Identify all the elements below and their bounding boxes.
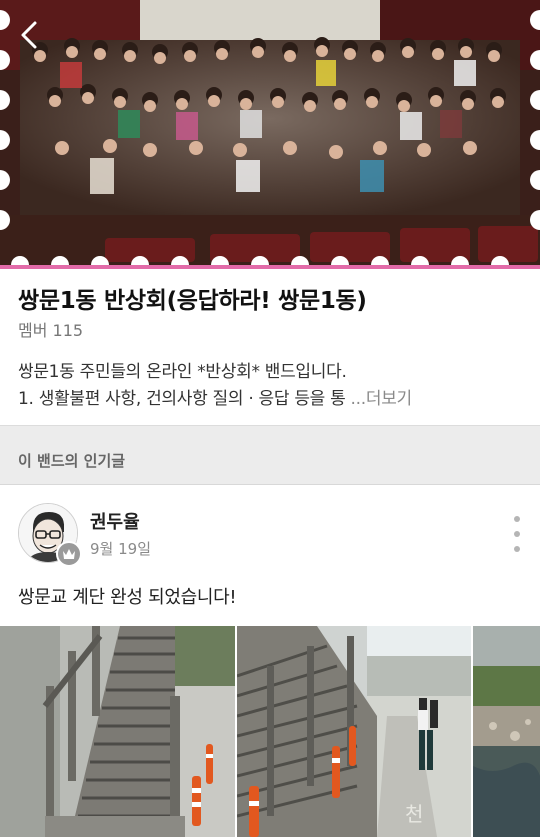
post-photo-stairs-2[interactable]: 천 — [237, 626, 471, 837]
post-text[interactable]: 쌍문교 계단 완성 되었습니다! — [18, 583, 237, 609]
member-count[interactable]: 멤버 115 — [18, 319, 523, 343]
post-author-name[interactable]: 권두율 — [90, 508, 140, 534]
cover-accent-divider — [0, 265, 540, 269]
section-divider — [0, 484, 540, 485]
band-info: 쌍문1동 반상회(응답하라! 쌍문1동) 멤버 115 쌍문1동 주민들의 온라… — [18, 285, 523, 413]
post-date: 9월 19일 — [90, 540, 151, 558]
stairs-photo-2: 천 — [237, 626, 471, 837]
post-photo-stream[interactable] — [473, 626, 540, 837]
post-menu-button[interactable] — [506, 516, 528, 552]
stream-photo-3 — [473, 626, 540, 837]
svg-text:천: 천 — [405, 802, 423, 826]
post-photo-stairs-1[interactable] — [0, 626, 235, 837]
chevron-left-icon — [21, 21, 37, 49]
crown-badge — [56, 541, 82, 567]
crown-icon — [63, 549, 75, 559]
back-button[interactable] — [12, 18, 46, 52]
band-cover-photo — [0, 0, 540, 265]
vertical-dots-icon — [514, 516, 520, 522]
group-photo-image — [0, 0, 540, 265]
popular-posts-header: 이 밴드의 인기글 — [0, 425, 540, 485]
band-description-line-2-text: 1. 생활불편 사항, 건의사항 질의 · 응답 등을 통 — [18, 389, 351, 409]
section-title: 이 밴드의 인기글 — [18, 452, 126, 470]
band-description: 쌍문1동 주민들의 온라인 *반상회* 밴드입니다. 1. 생활불편 사항, 건… — [18, 359, 523, 413]
band-description-line-1: 쌍문1동 주민들의 온라인 *반상회* 밴드입니다. — [18, 362, 347, 382]
band-description-line-2: 1. 생활불편 사항, 건의사항 질의 · 응답 등을 통 ...더보기 — [18, 386, 523, 413]
band-title: 쌍문1동 반상회(응답하라! 쌍문1동) — [18, 288, 367, 314]
stairs-photo-1 — [0, 626, 235, 837]
more-link[interactable]: ...더보기 — [351, 389, 413, 409]
